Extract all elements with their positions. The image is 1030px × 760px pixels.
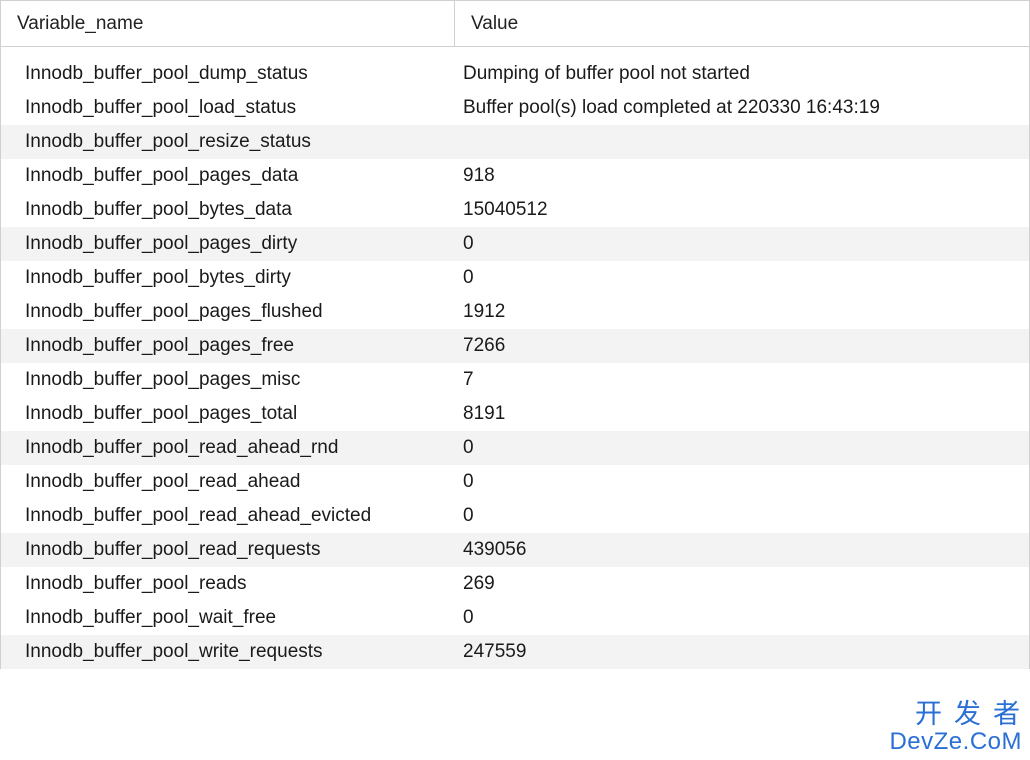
table-row[interactable]: Innodb_buffer_pool_write_requests247559 — [1, 635, 1029, 669]
variable-name-cell: Innodb_buffer_pool_resize_status — [1, 125, 455, 159]
table-row[interactable]: Innodb_buffer_pool_read_ahead0 — [1, 465, 1029, 499]
table-row[interactable]: Innodb_buffer_pool_pages_data918 — [1, 159, 1029, 193]
variable-name-cell: Innodb_buffer_pool_pages_dirty — [1, 227, 455, 261]
table-header-row: Variable_name Value — [1, 0, 1029, 47]
table-row[interactable]: Innodb_buffer_pool_bytes_dirty0 — [1, 261, 1029, 295]
watermark: 开发者 DevZe.CoM — [889, 700, 1022, 754]
variable-value-cell: 0 — [455, 499, 1029, 533]
table-row[interactable]: Innodb_buffer_pool_pages_misc7 — [1, 363, 1029, 397]
variable-name-cell: Innodb_buffer_pool_read_ahead — [1, 465, 455, 499]
table-row[interactable]: Innodb_buffer_pool_wait_free0 — [1, 601, 1029, 635]
variable-value-cell: 247559 — [455, 635, 1029, 669]
variable-value-cell: 439056 — [455, 533, 1029, 567]
variable-value-cell: 1912 — [455, 295, 1029, 329]
status-variables-table: Variable_name Value Innodb_buffer_pool_d… — [0, 0, 1030, 669]
variable-name-cell: Innodb_buffer_pool_read_ahead_rnd — [1, 431, 455, 465]
variable-name-cell: Innodb_buffer_pool_read_ahead_evicted — [1, 499, 455, 533]
variable-name-cell: Innodb_buffer_pool_pages_flushed — [1, 295, 455, 329]
variable-value-cell: 15040512 — [455, 193, 1029, 227]
variable-name-cell: Innodb_buffer_pool_pages_misc — [1, 363, 455, 397]
table-row[interactable]: Innodb_buffer_pool_read_requests439056 — [1, 533, 1029, 567]
watermark-line1: 开发者 — [889, 700, 1030, 728]
variable-name-cell: Innodb_buffer_pool_pages_data — [1, 159, 455, 193]
table-row[interactable]: Innodb_buffer_pool_pages_dirty0 — [1, 227, 1029, 261]
table-body: Innodb_buffer_pool_dump_statusDumping of… — [1, 47, 1029, 669]
table-row[interactable]: Innodb_buffer_pool_pages_free7266 — [1, 329, 1029, 363]
table-row[interactable]: Innodb_buffer_pool_pages_flushed1912 — [1, 295, 1029, 329]
variable-value-cell: 0 — [455, 601, 1029, 635]
variable-name-cell: Innodb_buffer_pool_pages_free — [1, 329, 455, 363]
variable-name-cell: Innodb_buffer_pool_write_requests — [1, 635, 455, 669]
variable-name-cell: Innodb_buffer_pool_load_status — [1, 91, 455, 125]
variable-name-cell: Innodb_buffer_pool_read_requests — [1, 533, 455, 567]
variable-value-cell: 7266 — [455, 329, 1029, 363]
variable-value-cell: 0 — [455, 227, 1029, 261]
variable-value-cell — [455, 125, 1029, 159]
variable-name-cell: Innodb_buffer_pool_dump_status — [1, 57, 455, 91]
table-row[interactable]: Innodb_buffer_pool_bytes_data15040512 — [1, 193, 1029, 227]
variable-value-cell: 918 — [455, 159, 1029, 193]
table-row[interactable]: Innodb_buffer_pool_pages_total8191 — [1, 397, 1029, 431]
variable-name-cell: Innodb_buffer_pool_wait_free — [1, 601, 455, 635]
variable-value-cell: Dumping of buffer pool not started — [455, 57, 1029, 91]
variable-value-cell: 0 — [455, 431, 1029, 465]
variable-name-cell: Innodb_buffer_pool_pages_total — [1, 397, 455, 431]
variable-value-cell: 269 — [455, 567, 1029, 601]
table-row[interactable]: Innodb_buffer_pool_dump_statusDumping of… — [1, 57, 1029, 91]
variable-name-cell: Innodb_buffer_pool_bytes_data — [1, 193, 455, 227]
variable-value-cell: 0 — [455, 261, 1029, 295]
column-header-value[interactable]: Value — [455, 1, 1029, 46]
table-row[interactable]: Innodb_buffer_pool_read_ahead_evicted0 — [1, 499, 1029, 533]
table-row[interactable]: Innodb_buffer_pool_load_statusBuffer poo… — [1, 91, 1029, 125]
variable-value-cell: Buffer pool(s) load completed at 220330 … — [455, 91, 1029, 125]
watermark-line2: DevZe.CoM — [889, 729, 1022, 754]
variable-value-cell: 0 — [455, 465, 1029, 499]
table-row[interactable]: Innodb_buffer_pool_read_ahead_rnd0 — [1, 431, 1029, 465]
variable-name-cell: Innodb_buffer_pool_reads — [1, 567, 455, 601]
table-row[interactable]: Innodb_buffer_pool_resize_status — [1, 125, 1029, 159]
variable-name-cell: Innodb_buffer_pool_bytes_dirty — [1, 261, 455, 295]
variable-value-cell: 7 — [455, 363, 1029, 397]
column-header-variable-name[interactable]: Variable_name — [1, 1, 455, 46]
table-row[interactable]: Innodb_buffer_pool_reads269 — [1, 567, 1029, 601]
variable-value-cell: 8191 — [455, 397, 1029, 431]
